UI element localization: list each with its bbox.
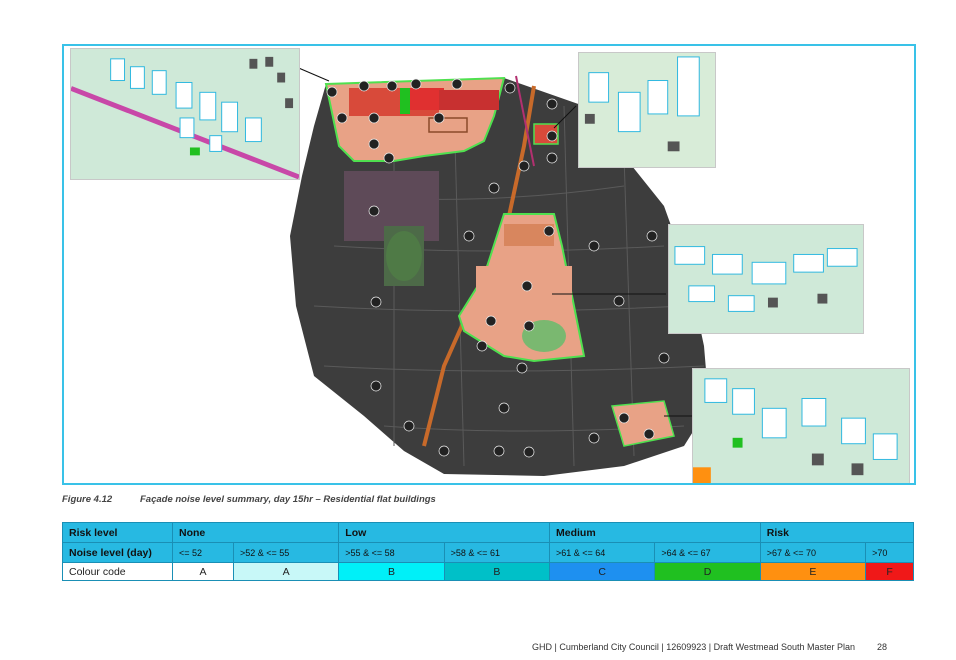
noise-range: >64 & <= 67 (654, 542, 761, 563)
page-footer: GHD | Cumberland City Council | 12609923… (532, 642, 887, 652)
inset-view-north-west (70, 48, 300, 180)
inset-view-south-east (692, 368, 910, 483)
figure-number: Figure 4.12 (62, 494, 113, 505)
noise-range: >55 & <= 58 (338, 542, 445, 563)
risk-group-none: None (171, 522, 340, 543)
noise-risk-table: Risk level None Low Medium Risk Noise le… (62, 522, 915, 581)
colour-code-cell: C (549, 562, 656, 581)
colour-code-row: Colour code A A B B C D E F (62, 562, 914, 581)
colour-code-cell: A (232, 562, 340, 581)
figure-title: Façade noise level summary, day 15hr – R… (140, 494, 436, 505)
colour-code-label: Colour code (62, 562, 173, 581)
noise-range: >67 & <= 70 (759, 542, 867, 563)
colour-code-cell: D (654, 562, 761, 581)
risk-group-low: Low (338, 522, 551, 543)
noise-range: >61 & <= 64 (549, 542, 656, 563)
colour-code-cell: B (338, 562, 445, 581)
risk-group-risk: Risk (759, 522, 915, 543)
risk-level-row: Risk level None Low Medium Risk (62, 522, 915, 543)
inset-view-central (668, 224, 864, 334)
colour-code-cell: F (865, 562, 914, 581)
noise-range: >70 (865, 542, 914, 563)
inset-view-north-east (578, 52, 716, 168)
colour-code-cell: A (172, 562, 234, 581)
colour-code-cell: E (759, 562, 867, 581)
page-number: 28 (877, 642, 888, 652)
colour-code-cell: B (443, 562, 551, 581)
footer-text: GHD | Cumberland City Council | 12609923… (532, 642, 855, 652)
noise-range: >58 & <= 61 (443, 542, 551, 563)
figure-caption: Figure 4.12 Façade noise level summary, d… (62, 494, 436, 505)
noise-level-label: Noise level (day) (62, 542, 173, 563)
figure-frame (62, 44, 916, 485)
noise-level-row: Noise level (day) <= 52 >52 & <= 55 >55 … (62, 542, 914, 563)
noise-range: <= 52 (172, 542, 234, 563)
risk-group-medium: Medium (549, 522, 761, 543)
noise-range: >52 & <= 55 (232, 542, 340, 563)
risk-level-label: Risk level (62, 522, 173, 543)
